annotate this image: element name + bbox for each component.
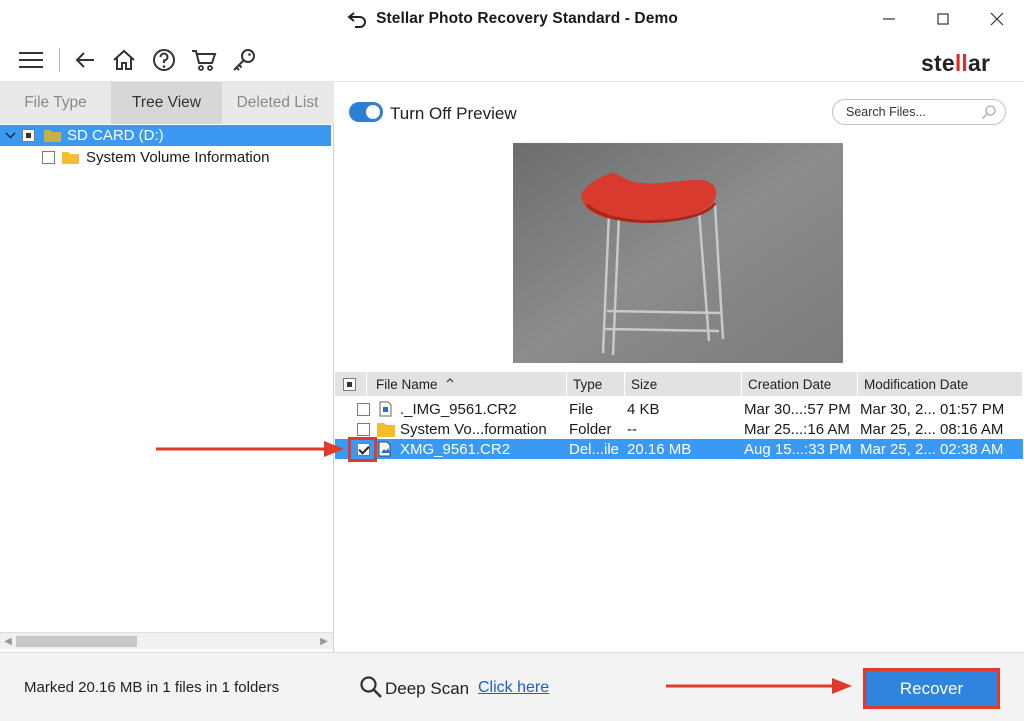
tree-checkbox[interactable] bbox=[22, 129, 35, 142]
table-row[interactable]: System Vo...formation Folder -- Mar 25..… bbox=[335, 419, 1023, 439]
column-modification-date[interactable]: Modification Date bbox=[858, 372, 1023, 396]
file-size-cell: -- bbox=[627, 420, 637, 438]
table-row-selected[interactable]: XMG_9561.CR2 Del...ile 20.16 MB Aug 15..… bbox=[335, 439, 1023, 459]
tree-item-label: System Volume Information bbox=[86, 149, 270, 166]
menu-button[interactable] bbox=[17, 46, 45, 74]
cart-icon bbox=[192, 50, 217, 71]
chevron-down-icon[interactable] bbox=[5, 130, 16, 141]
tab-tree-view[interactable]: Tree View bbox=[111, 82, 222, 124]
window-title: Stellar Photo Recovery Standard - Demo bbox=[376, 10, 678, 27]
search-icon[interactable] bbox=[981, 104, 997, 120]
maximize-icon bbox=[937, 13, 949, 25]
file-type-cell: Del...ile bbox=[569, 440, 620, 458]
file-name-cell: System Vo...formation bbox=[400, 420, 547, 438]
grid-header: File Name Type Size Creation Date Modifi… bbox=[335, 372, 1023, 396]
tree-item-sd-card[interactable]: SD CARD (D:) bbox=[0, 125, 331, 146]
folder-icon bbox=[62, 152, 79, 164]
column-type[interactable]: Type bbox=[567, 372, 625, 396]
preview-image bbox=[513, 143, 843, 363]
home-button[interactable] bbox=[110, 46, 138, 74]
help-button[interactable] bbox=[150, 46, 178, 74]
view-tabs: File Type Tree View Deleted List bbox=[0, 82, 334, 124]
modification-date-cell: Mar 25, 2... 08:16 AM bbox=[860, 420, 1004, 438]
toolbar-separator bbox=[59, 48, 60, 72]
tab-file-type[interactable]: File Type bbox=[0, 82, 111, 124]
help-icon bbox=[153, 49, 175, 71]
sort-ascending-icon bbox=[446, 377, 453, 382]
table-row[interactable]: ._IMG_9561.CR2 File 4 KB Mar 30...:57 PM… bbox=[335, 399, 1023, 419]
annotation-highlight-checkbox bbox=[348, 437, 377, 462]
search-input[interactable] bbox=[846, 104, 976, 120]
cart-button[interactable] bbox=[190, 46, 218, 74]
recover-button[interactable]: Recover bbox=[863, 668, 1000, 709]
horizontal-scrollbar[interactable]: ◀ ▶ bbox=[0, 632, 333, 649]
file-name-cell: ._IMG_9561.CR2 bbox=[400, 400, 517, 418]
file-name-cell: XMG_9561.CR2 bbox=[400, 440, 511, 458]
creation-date-cell: Aug 15...:33 PM bbox=[744, 440, 852, 458]
back-button[interactable] bbox=[71, 46, 99, 74]
title-bar: Stellar Photo Recovery Standard - Demo bbox=[0, 0, 1024, 38]
column-size[interactable]: Size bbox=[625, 372, 742, 396]
home-icon bbox=[113, 49, 135, 70]
preview-toggle[interactable] bbox=[349, 102, 383, 122]
column-file-name[interactable]: File Name bbox=[367, 372, 567, 396]
close-icon bbox=[990, 12, 1004, 26]
minimize-button[interactable] bbox=[866, 0, 912, 38]
tree-checkbox[interactable] bbox=[42, 151, 55, 164]
status-bar: Marked 20.16 MB in 1 files in 1 folders … bbox=[0, 652, 1024, 721]
left-panel: File Type Tree View Deleted List SD CARD… bbox=[0, 82, 334, 652]
image-file-icon bbox=[378, 441, 391, 457]
file-size-cell: 4 KB bbox=[627, 400, 660, 418]
folder-icon bbox=[44, 130, 61, 142]
deep-scan-link[interactable]: Click here bbox=[478, 679, 549, 697]
restore-icon bbox=[347, 12, 367, 28]
stellar-logo: stellar bbox=[921, 50, 991, 76]
scrollbar-thumb[interactable] bbox=[16, 636, 137, 647]
magnifier-icon bbox=[360, 676, 382, 698]
maximize-button[interactable] bbox=[920, 0, 966, 38]
menu-icon bbox=[19, 52, 43, 68]
creation-date-cell: Mar 30...:57 PM bbox=[744, 400, 851, 418]
scroll-left-icon[interactable]: ◀ bbox=[1, 634, 15, 648]
back-icon bbox=[75, 52, 94, 68]
row-checkbox[interactable] bbox=[357, 422, 370, 436]
toolbar: stellar bbox=[0, 38, 1024, 82]
tree-item-label: SD CARD (D:) bbox=[67, 127, 164, 144]
file-type-cell: File bbox=[569, 400, 594, 418]
file-type-cell: Folder bbox=[569, 420, 612, 438]
row-checkbox[interactable] bbox=[357, 402, 370, 416]
minimize-icon bbox=[883, 18, 895, 20]
file-size-cell: 20.16 MB bbox=[627, 440, 692, 458]
deep-scan-label: Deep Scan bbox=[385, 679, 470, 698]
scroll-right-icon[interactable]: ▶ bbox=[317, 634, 331, 648]
key-icon bbox=[233, 49, 255, 71]
preview-toggle-label: Turn Off Preview bbox=[390, 104, 517, 123]
tree-item-system-volume[interactable]: System Volume Information bbox=[0, 147, 269, 168]
status-text: Marked 20.16 MB in 1 files in 1 folders bbox=[24, 679, 280, 696]
tab-deleted-list[interactable]: Deleted List bbox=[222, 82, 333, 124]
key-button[interactable] bbox=[230, 46, 258, 74]
search-box[interactable] bbox=[832, 99, 1006, 125]
right-panel: Turn Off Preview Search Files... File Na… bbox=[335, 82, 1024, 652]
close-button[interactable] bbox=[974, 0, 1020, 38]
file-icon bbox=[379, 401, 392, 417]
select-all-cell bbox=[335, 372, 367, 396]
select-all-checkbox[interactable] bbox=[343, 377, 356, 391]
modification-date-cell: Mar 25, 2... 02:38 AM bbox=[860, 440, 1004, 458]
modification-date-cell: Mar 30, 2... 01:57 PM bbox=[860, 400, 1005, 418]
folder-icon bbox=[377, 422, 395, 437]
column-creation-date[interactable]: Creation Date bbox=[742, 372, 858, 396]
creation-date-cell: Mar 25...:16 AM bbox=[744, 420, 850, 438]
